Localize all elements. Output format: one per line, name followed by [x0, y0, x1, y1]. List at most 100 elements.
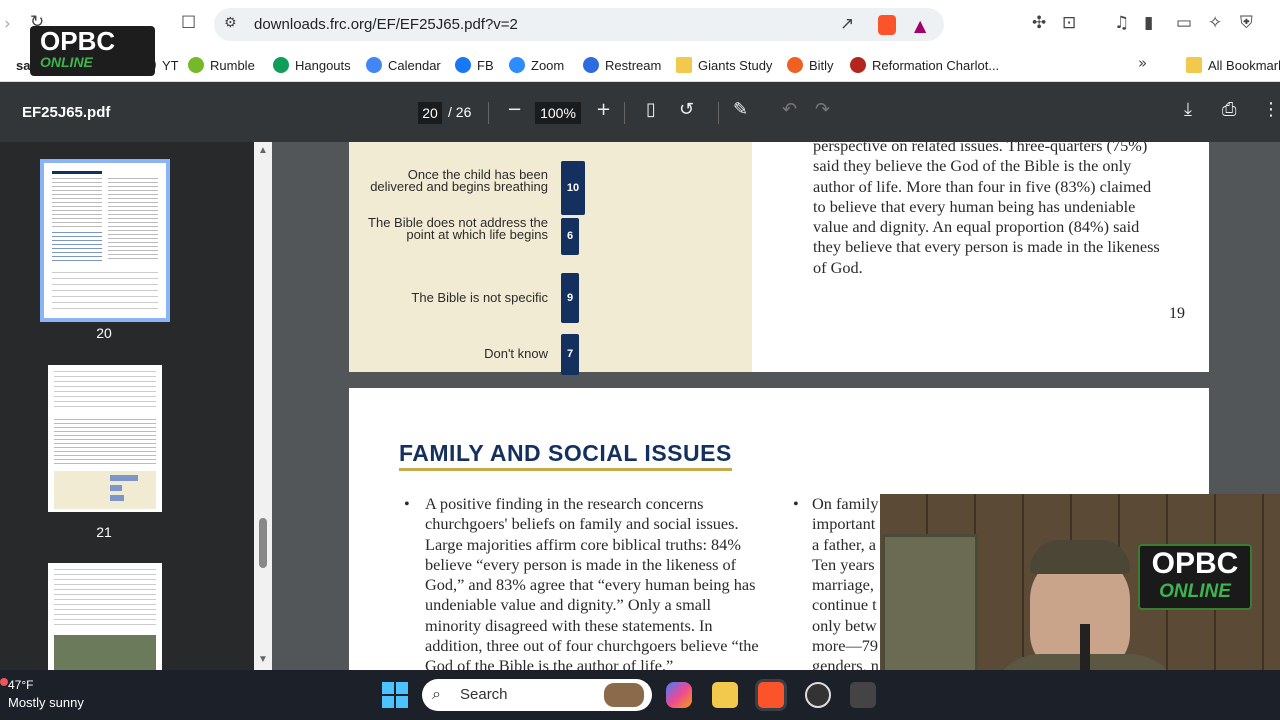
search-highlight-image — [604, 683, 644, 707]
pdf-filename: EF25J65.pdf — [22, 104, 111, 121]
bitly-icon — [787, 57, 803, 73]
download-icon[interactable]: ⤓ — [1184, 99, 1192, 120]
bookmark-label: Restream — [605, 57, 662, 73]
sidebar-icon[interactable]: ▮ — [1144, 13, 1153, 33]
more-options-icon[interactable]: ⋮ — [1262, 99, 1280, 120]
ai-icon[interactable]: ✧ — [1208, 13, 1222, 33]
bar-label: The Bible is not specific — [411, 289, 548, 305]
site-info-icon[interactable]: ⚙ — [224, 15, 237, 31]
zoom-in-button[interactable]: + — [596, 99, 611, 120]
url-text[interactable]: downloads.frc.org/EF/EF25J65.pdf?v=2 — [254, 16, 518, 33]
bookmark-restream[interactable]: Restream — [583, 54, 661, 76]
search-icon: ⌕ — [432, 684, 441, 703]
facebook-icon — [455, 57, 471, 73]
app-icon[interactable] — [850, 682, 876, 708]
thumbnail-sidebar: 20 21 — [0, 142, 254, 670]
bookmark-calendar[interactable]: Calendar — [366, 54, 441, 76]
bar-label: Don't know — [484, 345, 548, 361]
bookmark-label: Calendar — [388, 57, 441, 73]
screenshot-icon[interactable]: ⊡ — [1062, 13, 1076, 33]
weather-description[interactable]: Mostly sunny — [8, 695, 84, 710]
pdf-toolbar: EF25J65.pdf 20 / 26 − 100% + ▯ ↺ ✎ ↶ ↷ ⤓… — [0, 82, 1280, 142]
bar: 7 — [561, 333, 579, 375]
bookmark-bitly[interactable]: Bitly — [787, 54, 834, 76]
weather-temp[interactable]: 47°F — [8, 678, 33, 692]
bookmark-rumble[interactable]: Rumble — [188, 54, 255, 76]
more-bookmarks-icon[interactable]: » — [1138, 54, 1147, 72]
webcam-logo: OPBC ONLINE — [1138, 544, 1252, 610]
calendar-icon — [366, 57, 382, 73]
bar: 9 — [561, 273, 579, 323]
fit-page-icon[interactable]: ▯ — [646, 99, 656, 120]
bookmark-fb[interactable]: FB — [455, 54, 494, 76]
search-label: Search — [460, 686, 508, 703]
folder-icon — [676, 57, 692, 73]
bar-label: The Bible does not address the point at … — [368, 214, 548, 242]
obs-icon[interactable] — [805, 682, 831, 708]
bar: 6 — [561, 217, 579, 255]
media-icon[interactable]: ♫ — [1114, 13, 1129, 33]
bookmark-hangouts[interactable]: Hangouts — [273, 54, 351, 76]
pdf-page-19: Once the child has been delivered and be… — [349, 142, 1209, 375]
page-total: / 26 — [448, 104, 472, 120]
left-column-paragraph: A positive finding in the research conce… — [425, 494, 759, 670]
bookmark-label: Rumble — [210, 57, 255, 73]
thumbnail-label: 21 — [96, 524, 112, 540]
divider — [624, 102, 625, 124]
bookmark-label: All Bookmarks — [1208, 57, 1280, 73]
thumbnail-page-20[interactable] — [40, 159, 170, 322]
undo-icon[interactable]: ↶ — [782, 99, 797, 120]
bookmark-label: Bitly — [809, 57, 834, 73]
redo-icon[interactable]: ↷ — [815, 99, 830, 120]
folder-icon — [1186, 57, 1202, 73]
page-number-input[interactable]: 20 — [418, 102, 442, 124]
zoom-icon — [509, 57, 525, 73]
bookmark-reformation-charlot[interactable]: Reformation Charlot... — [850, 54, 999, 76]
scroll-up-icon[interactable]: ▲ — [258, 145, 268, 156]
brave-rewards-icon[interactable]: ▲ — [914, 16, 926, 35]
reformation-icon — [850, 57, 866, 73]
forward-icon[interactable]: › — [4, 14, 11, 34]
bookmark-icon[interactable]: ☐ — [181, 13, 196, 33]
section-title: FAMILY AND SOCIAL ISSUES — [399, 440, 732, 471]
bookmark-label: Reformation Charlot... — [872, 57, 1000, 73]
taskbar-search[interactable]: ⌕ Search — [422, 679, 652, 711]
weather-icon — [0, 678, 8, 686]
print-icon[interactable]: ⎙ — [1222, 99, 1236, 120]
brave-shields-icon[interactable] — [878, 15, 896, 35]
zoom-out-button[interactable]: − — [507, 99, 522, 120]
bookmark-label: Giants Study — [698, 57, 773, 73]
bookmarks-bar: sa YT Rumble Hangouts Calendar FB Zoom Restrea… — [0, 48, 1280, 82]
scrollbar-thumb[interactable] — [259, 518, 267, 568]
thumbnail-page-21[interactable] — [48, 365, 162, 512]
zoom-level-input[interactable]: 100% — [535, 102, 581, 124]
bookmark-zoom[interactable]: Zoom — [509, 54, 564, 76]
bookmark-giants-study[interactable]: Giants Study — [676, 54, 772, 76]
rumble-icon — [188, 57, 204, 73]
divider — [718, 102, 719, 124]
extensions-icon[interactable]: ✣ — [1032, 13, 1046, 33]
overlay-logo: OPBC ONLINE — [30, 26, 155, 76]
sidebar-scrollbar[interactable]: ▲ ▼ — [254, 142, 272, 670]
address-bar[interactable]: ⚙ downloads.frc.org/EF/EF25J65.pdf?v=2 ↗… — [214, 8, 944, 41]
copilot-icon[interactable] — [666, 682, 692, 708]
thumbnail-label: 20 — [96, 325, 112, 341]
wallet-icon[interactable]: ▭ — [1176, 13, 1192, 33]
bullet-icon: • — [793, 494, 799, 513]
bookmark-label: Zoom — [531, 57, 565, 73]
share-icon[interactable]: ↗ — [840, 14, 854, 34]
brave-browser-icon[interactable] — [758, 682, 784, 708]
thumbnail-page-22[interactable] — [48, 563, 162, 670]
scroll-down-icon[interactable]: ▼ — [258, 654, 268, 665]
vpn-icon[interactable]: ⛨ — [1240, 13, 1253, 33]
bar: 10 — [561, 161, 585, 215]
file-explorer-icon[interactable] — [712, 682, 738, 708]
divider — [488, 102, 489, 124]
annotate-icon[interactable]: ✎ — [733, 99, 748, 120]
bookmark-label: YT — [162, 57, 179, 73]
bar-chart-panel: Once the child has been delivered and be… — [349, 142, 752, 375]
bookmark-all-bookmarks[interactable]: All Bookmarks — [1186, 54, 1280, 76]
start-button[interactable] — [382, 682, 408, 708]
rotate-icon[interactable]: ↺ — [679, 99, 694, 120]
bookmark-partial[interactable]: sa — [16, 54, 30, 76]
